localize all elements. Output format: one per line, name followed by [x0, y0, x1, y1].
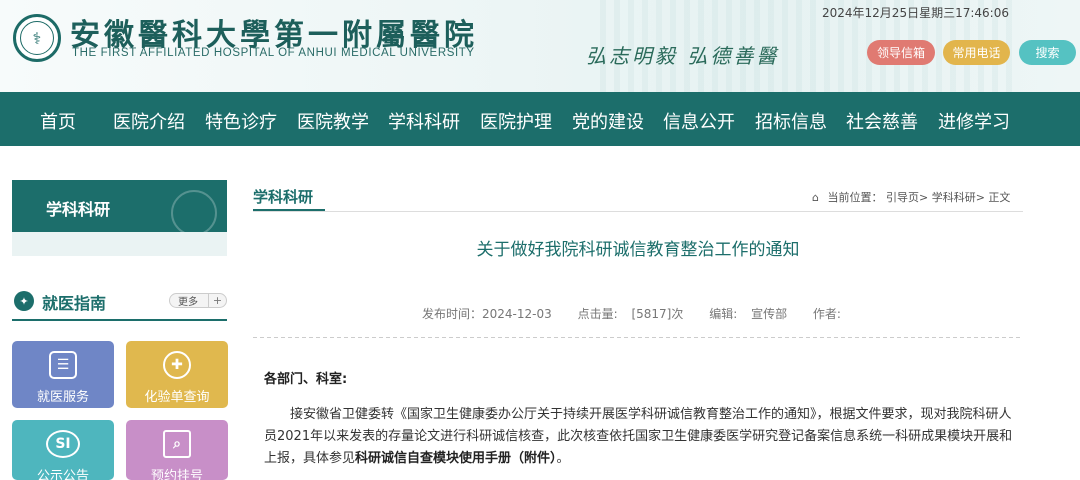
guide-title: 就医指南 [42, 294, 107, 313]
tile-appointment[interactable]: ⌕ 预约挂号 [126, 420, 228, 480]
manual-link[interactable]: 科研诚信自查模块使用手册（附件） [355, 451, 557, 466]
seal-watermark-icon [171, 190, 217, 232]
nav-item-hospital-intro[interactable]: 医院介绍 [113, 108, 185, 134]
nav-item-research[interactable]: 学科科研 [388, 108, 460, 134]
tile-medical-service[interactable]: ☰ 就医服务 [12, 341, 114, 408]
si-badge-icon: SI [46, 430, 80, 458]
editor-label: 编辑: [709, 307, 738, 321]
nav-item-specialty-care[interactable]: 特色诊疗 [205, 108, 277, 134]
breadcrumb-path[interactable]: 引导页> 学科科研> 正文 [886, 191, 1010, 204]
paragraph-end: 。 [556, 451, 570, 466]
nav-item-info-disclosure[interactable]: 信息公开 [663, 108, 735, 134]
more-label: 更多 [178, 297, 198, 308]
nav-item-tender[interactable]: 招标信息 [755, 108, 827, 134]
common-phones-button[interactable]: 常用电话 [943, 40, 1010, 65]
search-document-icon: ⌕ [163, 430, 191, 458]
logo-english-name: THE FIRST AFFILIATED HOSPITAL OF ANHUI M… [72, 47, 475, 59]
author-label: 作者: [812, 307, 841, 321]
nav-item-nursing[interactable]: 医院护理 [480, 108, 552, 134]
seal-inner-icon: ⚕ [20, 21, 54, 55]
nav-item-party[interactable]: 党的建设 [572, 108, 644, 134]
tile-announcements[interactable]: SI 公示公告 [12, 420, 114, 480]
sidebar-section-body [12, 232, 227, 256]
compass-icon: ✦ [14, 291, 34, 311]
leader-mailbox-button[interactable]: 领导信箱 [867, 40, 935, 65]
clicks-label: 点击量: [577, 307, 618, 321]
nav-item-training[interactable]: 进修学习 [938, 108, 1010, 134]
nav-item-home[interactable]: 首页 [40, 108, 76, 134]
nav-item-teaching[interactable]: 医院教学 [297, 108, 369, 134]
guide-more-button[interactable]: 更多 + [169, 293, 227, 308]
tile-label: 化验单查询 [144, 390, 210, 405]
tile-label: 就医服务 [36, 390, 89, 405]
tile-lab-report-query[interactable]: ✚ 化验单查询 [126, 341, 228, 408]
sidebar-section-header: 学科科研 [12, 180, 227, 232]
nav-item-charity[interactable]: 社会慈善 [846, 108, 918, 134]
location-label: 当前位置： [827, 191, 883, 204]
section-title: 学科科研 [253, 188, 314, 206]
plus-icon: + [208, 293, 226, 308]
current-datetime: 2024年12月25日星期三17:46:06 [822, 6, 1009, 20]
section-divider [253, 211, 1023, 212]
hospital-seal-logo[interactable]: ⚕ [13, 14, 61, 62]
editor-department: 宣传部 [751, 307, 788, 321]
publish-time: 发布时间：2024-12-03 [422, 307, 552, 321]
meta-divider [253, 337, 1023, 338]
sidebar-section-title: 学科科研 [46, 200, 111, 219]
article-greeting: 各部门、科室: [264, 372, 348, 387]
medical-cross-icon: ✚ [163, 351, 191, 379]
home-icon: ⌂ [812, 191, 819, 204]
site-header: ⚕ 安徽醫科大學第一附屬醫院 THE FIRST AFFILIATED HOSP… [0, 0, 1080, 92]
main-nav: 首页 医院介绍 特色诊疗 医院教学 学科科研 医院护理 党的建设 信息公开 招标… [0, 92, 1080, 146]
article-title: 关于做好我院科研诚信教育整治工作的通知 [476, 240, 800, 260]
search-button[interactable]: 搜索 [1019, 40, 1076, 65]
hospital-motto: 弘志明毅 弘德善醫 [586, 44, 780, 68]
clipboard-icon: ☰ [49, 351, 77, 379]
guide-divider [12, 319, 227, 321]
article-paragraph: 接安徽省卫健委转《国家卫生健康委办公厅关于持续开展医学科研诚信教育整治工作的通知… [264, 404, 1014, 470]
article-meta: 发布时间：2024-12-03 点击量: [5817]次 编辑: 宣传部 作者: [422, 305, 863, 322]
breadcrumb: ⌂ 当前位置： 引导页> 学科科研> 正文 [812, 189, 1010, 205]
clicks-value: [5817]次 [631, 307, 684, 321]
